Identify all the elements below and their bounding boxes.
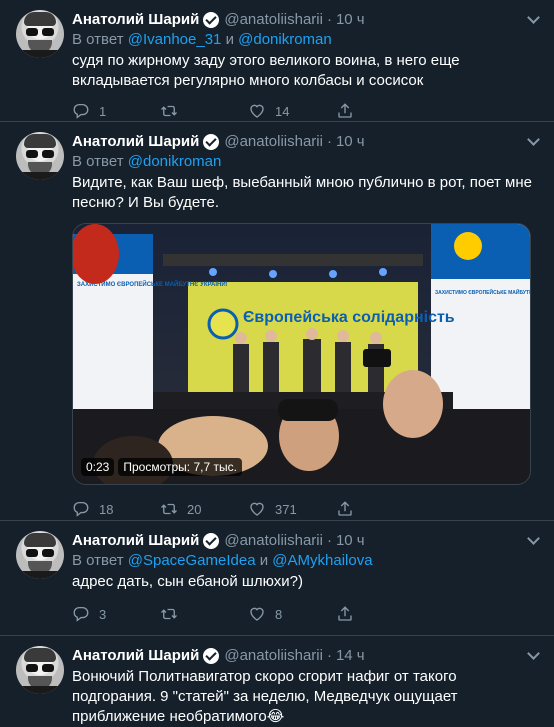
tweet-timestamp[interactable]: 10 ч — [336, 132, 365, 152]
tweet-actions: 18 20 371 — [72, 499, 542, 519]
author-name[interactable]: Анатолий Шарий — [72, 132, 199, 152]
like-button[interactable]: 14 — [248, 102, 336, 120]
video-player[interactable]: Європейська солідарність ЗАХИСТИМО ЄВРОП… — [72, 223, 531, 485]
tweet-timestamp[interactable]: 10 ч — [336, 531, 365, 551]
retweet-count: 20 — [187, 501, 202, 517]
video-thumbnail: Європейська солідарність ЗАХИСТИМО ЄВРОП… — [73, 224, 531, 484]
tweet-timestamp[interactable]: 14 ч — [336, 646, 365, 666]
avatar[interactable] — [16, 10, 64, 58]
mention-link[interactable]: @Ivanhoe_31 — [128, 31, 222, 48]
like-button[interactable]: 371 — [248, 500, 336, 518]
tweet[interactable]: Анатолий Шарий @anatoliisharii · 10 ч В … — [0, 521, 554, 636]
tweet-text: судя по жирному заду этого великого воин… — [72, 52, 460, 89]
video-views: Просмотры: 7,7 тыс. — [118, 458, 242, 476]
tweet-timestamp[interactable]: 10 ч — [336, 10, 365, 30]
reply-context: В ответ @donikroman — [72, 153, 222, 170]
like-icon — [250, 502, 264, 516]
video-info: 0:23 Просмотры: 7,7 тыс. — [81, 458, 242, 476]
reply-count: 3 — [99, 606, 107, 622]
author-name[interactable]: Анатолий Шарий — [72, 646, 199, 666]
mention-link[interactable]: @AMykhailova — [272, 552, 372, 569]
author-handle[interactable]: @anatoliisharii — [224, 531, 323, 551]
tweet-actions: 3 8 — [72, 604, 542, 624]
tweet-actions: 1 14 — [72, 101, 542, 121]
share-button[interactable] — [336, 500, 363, 518]
avatar[interactable] — [16, 531, 64, 579]
tweet-text: адрес дать, сын ебаной шлюхи?) — [72, 573, 303, 590]
like-count: 14 — [275, 103, 290, 119]
verified-badge-icon — [203, 12, 220, 28]
retweet-button[interactable] — [160, 605, 248, 623]
avatar[interactable] — [16, 646, 64, 694]
retweet-button[interactable]: 20 — [160, 500, 248, 518]
chevron-down-icon[interactable] — [528, 134, 540, 146]
reply-icon — [73, 103, 89, 119]
chevron-down-icon[interactable] — [528, 648, 540, 660]
chevron-down-icon[interactable] — [528, 533, 540, 545]
tweet-text: Вонючий Политнавигатор скоро сгорит нафи… — [72, 668, 458, 725]
author-handle[interactable]: @anatoliisharii — [224, 646, 323, 666]
tweet-text: Видите, как Ваш шеф, выебанный мною публ… — [72, 174, 532, 211]
tweet[interactable]: Анатолий Шарий @anatoliisharii · 10 ч В … — [0, 122, 554, 521]
author-name[interactable]: Анатолий Шарий — [72, 10, 199, 30]
mention-link[interactable]: @donikroman — [238, 31, 332, 48]
reply-count: 18 — [99, 501, 114, 517]
reply-icon — [73, 606, 89, 622]
like-icon — [250, 607, 264, 621]
tweet[interactable]: Анатолий Шарий @anatoliisharii · 14 ч Во… — [0, 636, 554, 727]
mention-link[interactable]: @SpaceGameIdea — [128, 552, 256, 569]
like-button[interactable]: 8 — [248, 605, 336, 623]
share-icon — [338, 103, 352, 118]
verified-badge-icon — [203, 533, 220, 549]
share-icon — [338, 501, 352, 516]
banner-right-text: ЗАХИСТИМО ЄВРОПЕЙСЬКЕ МАЙБУТНЄ УКРАЇНИ! — [435, 288, 531, 296]
reply-count: 1 — [99, 103, 107, 119]
banner-title: Європейська солідарність — [243, 309, 455, 326]
chevron-down-icon[interactable] — [528, 12, 540, 24]
reply-context: В ответ @Ivanhoe_31 и @donikroman — [72, 31, 332, 48]
author-name[interactable]: Анатолий Шарий — [72, 531, 199, 551]
reply-context: В ответ @SpaceGameIdea и @AMykhailova — [72, 552, 373, 569]
verified-badge-icon — [203, 648, 220, 664]
reply-button[interactable]: 3 — [72, 605, 160, 623]
retweet-icon — [161, 608, 177, 620]
timeline-feed: Анатолий Шарий @anatoliisharii · 10 ч В … — [0, 0, 554, 727]
verified-badge-icon — [203, 134, 220, 150]
author-handle[interactable]: @anatoliisharii — [224, 132, 323, 152]
like-icon — [250, 104, 264, 118]
like-count: 8 — [275, 606, 283, 622]
share-icon — [338, 606, 352, 621]
share-button[interactable] — [336, 102, 363, 120]
share-button[interactable] — [336, 605, 363, 623]
retweet-icon — [161, 105, 177, 117]
reply-icon — [73, 501, 89, 517]
retweet-icon — [161, 503, 177, 515]
mention-link[interactable]: @donikroman — [128, 153, 222, 170]
avatar[interactable] — [16, 132, 64, 180]
reply-button[interactable]: 1 — [72, 102, 160, 120]
retweet-button[interactable] — [160, 102, 248, 120]
like-count: 371 — [275, 501, 297, 517]
tweet[interactable]: Анатолий Шарий @anatoliisharii · 10 ч В … — [0, 0, 554, 122]
video-duration: 0:23 — [81, 458, 115, 476]
reply-button[interactable]: 18 — [72, 500, 160, 518]
author-handle[interactable]: @anatoliisharii — [224, 10, 323, 30]
